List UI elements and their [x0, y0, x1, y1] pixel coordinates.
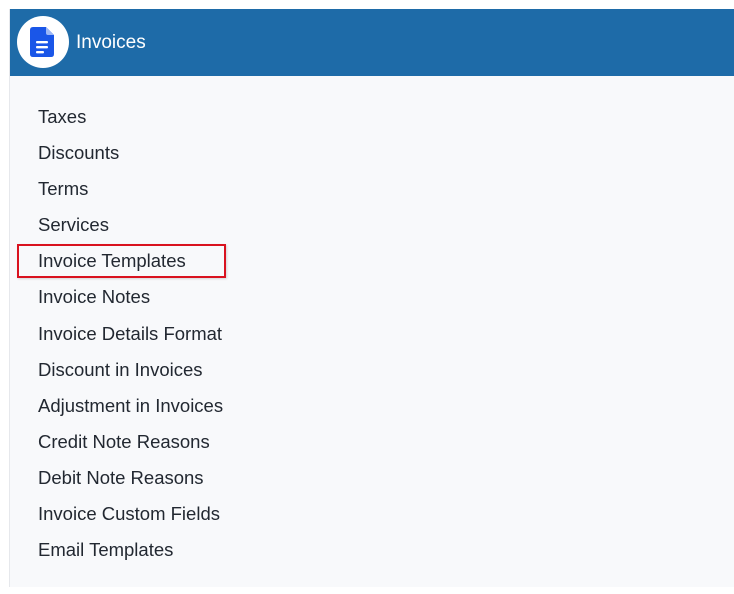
- invoices-header: Invoices: [10, 9, 734, 76]
- menu-item-credit-note-reasons[interactable]: Credit Note Reasons: [10, 424, 734, 460]
- menu-item-terms[interactable]: Terms: [10, 171, 734, 207]
- invoices-settings-panel: Invoices Taxes Discounts Terms Services …: [9, 9, 734, 587]
- menu-item-invoice-templates[interactable]: Invoice Templates: [10, 243, 734, 279]
- menu-item-invoice-details-format[interactable]: Invoice Details Format: [10, 316, 734, 352]
- menu-item-invoice-notes[interactable]: Invoice Notes: [10, 279, 734, 315]
- menu-item-discounts[interactable]: Discounts: [10, 135, 734, 171]
- menu-item-adjustment-in-invoices[interactable]: Adjustment in Invoices: [10, 388, 734, 424]
- menu-item-debit-note-reasons[interactable]: Debit Note Reasons: [10, 460, 734, 496]
- menu-item-services[interactable]: Services: [10, 207, 734, 243]
- menu-item-taxes[interactable]: Taxes: [10, 99, 734, 135]
- document-icon: [30, 27, 54, 57]
- header-title: Invoices: [76, 32, 146, 53]
- menu-item-email-templates[interactable]: Email Templates: [10, 532, 734, 568]
- menu-item-discount-in-invoices[interactable]: Discount in Invoices: [10, 352, 734, 388]
- invoices-settings-menu: Taxes Discounts Terms Services Invoice T…: [10, 99, 734, 568]
- header-icon-badge: [17, 16, 69, 68]
- menu-item-invoice-custom-fields[interactable]: Invoice Custom Fields: [10, 496, 734, 532]
